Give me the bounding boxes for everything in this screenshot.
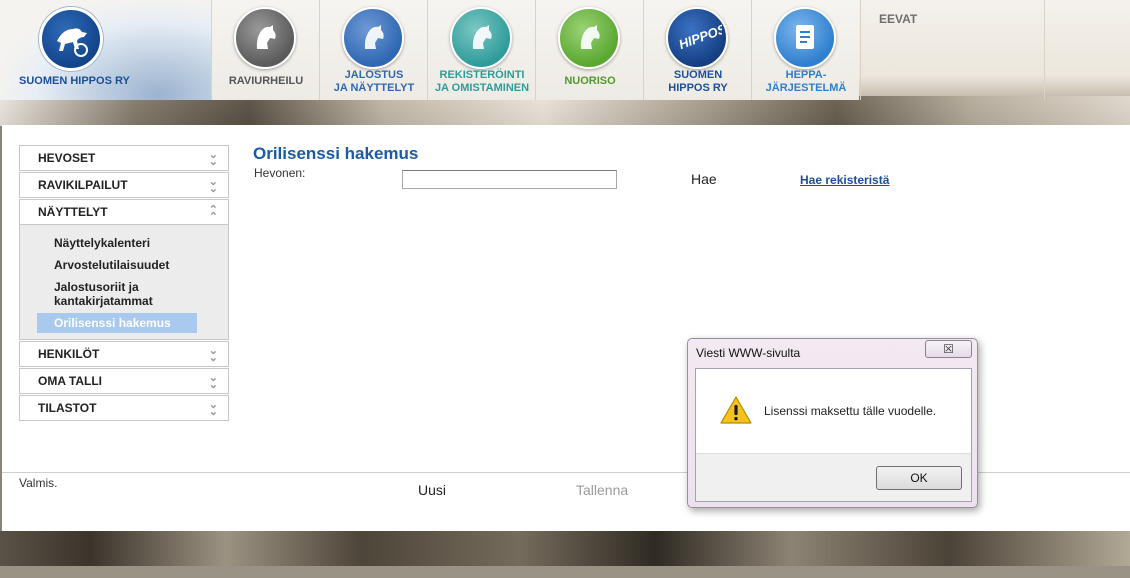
chevron-up-icon: ⌃ ⌃ bbox=[208, 204, 218, 223]
hippos-badge-icon: HIPPOS bbox=[666, 7, 728, 69]
dialog-title: Viesti WWW-sivulta bbox=[696, 346, 801, 360]
chevron-down-icon: ⌄ ⌄ bbox=[208, 399, 218, 418]
nav-label-line1: REKISTERÖINTI bbox=[439, 69, 525, 81]
chevron-down-icon: ⌄ ⌄ bbox=[208, 176, 218, 195]
nav-nuoriso[interactable]: NUORISO bbox=[535, 0, 643, 100]
logo-text: SUOMEN HIPPOS RY bbox=[19, 75, 130, 87]
submenu-item-jalostusoriit[interactable]: Jalostusoriit ja kantakirjatammat bbox=[20, 277, 228, 313]
sidebar-item-hevoset[interactable]: HEVOSET ⌄ ⌄ bbox=[19, 145, 229, 171]
nav-label: RAVIURHEILU bbox=[228, 75, 304, 87]
nav-raviurheilu[interactable]: RAVIURHEILU bbox=[211, 0, 319, 100]
nav-label-line2: JÄRJESTELMÄ bbox=[765, 82, 847, 94]
search-button[interactable]: Hae bbox=[691, 171, 717, 187]
chevron-down-icon: ⌄ ⌄ bbox=[208, 345, 218, 364]
nav-empty-cell bbox=[1044, 0, 1130, 100]
site-header: SUOMEN HIPPOS RY RAVIURHEILU JALOSTUS JA… bbox=[0, 0, 1130, 100]
dialog-body: Lisenssi maksettu tälle vuodelle. OK bbox=[695, 368, 972, 502]
site-logo[interactable]: SUOMEN HIPPOS RY bbox=[0, 0, 211, 100]
horse-head-icon bbox=[342, 7, 404, 69]
sidebar-item-label: NÄYTTELYT bbox=[38, 205, 108, 219]
nav-jalostus[interactable]: JALOSTUS JA NÄYTTELYT bbox=[319, 0, 427, 100]
trotter-logo-icon bbox=[39, 7, 103, 71]
search-registry-link[interactable]: Hae rekisteristä bbox=[800, 173, 889, 187]
nav-eevat[interactable]: EEVAT bbox=[860, 0, 1045, 100]
sidebar-item-ravikilpailut[interactable]: RAVIKILPAILUT ⌄ ⌄ bbox=[19, 172, 229, 198]
sidebar-submenu-nayttelyt: Näyttelykalenteri Arvostelutilaisuudet J… bbox=[19, 225, 229, 340]
sidebar-menu: HEVOSET ⌄ ⌄ RAVIKILPAILUT ⌄ ⌄ NÄYTTELYT ⌃ ⌃… bbox=[19, 145, 229, 422]
sidebar-item-henkilot[interactable]: HENKILÖT ⌄ ⌄ bbox=[19, 341, 229, 367]
nav-suomen-hippos[interactable]: HIPPOS SUOMEN HIPPOS RY bbox=[643, 0, 751, 100]
horse-input[interactable] bbox=[402, 170, 617, 189]
footer-strip bbox=[0, 566, 1130, 578]
sidebar-item-label: HENKILÖT bbox=[38, 347, 100, 361]
ok-button[interactable]: OK bbox=[876, 466, 962, 490]
chevron-down-icon: ⌄ ⌄ bbox=[208, 372, 218, 391]
submenu-item-orilisenssi-hakemus[interactable]: Orilisenssi hakemus bbox=[37, 313, 197, 333]
horse-head-icon bbox=[234, 7, 296, 69]
submenu-item-nayttelykalenteri[interactable]: Näyttelykalenteri bbox=[20, 233, 228, 255]
nav-label: NUORISO bbox=[564, 75, 616, 87]
svg-text:HIPPOS: HIPPOS bbox=[677, 23, 722, 52]
horse-field-label: Hevonen: bbox=[254, 166, 306, 180]
sidebar-item-nayttelyt[interactable]: NÄYTTELYT ⌃ ⌃ bbox=[19, 199, 229, 225]
close-button[interactable]: ☒ bbox=[925, 340, 972, 358]
nav-rekisterointi[interactable]: REKISTERÖINTI JA OMISTAMINEN bbox=[427, 0, 535, 100]
sidebar-item-tilastot[interactable]: TILASTOT ⌄ ⌄ bbox=[19, 395, 229, 421]
new-button[interactable]: Uusi bbox=[418, 482, 446, 498]
nav-label-line1: JALOSTUS bbox=[344, 69, 404, 81]
save-button: Tallenna bbox=[576, 482, 629, 498]
nav-label-line2: JA OMISTAMINEN bbox=[434, 82, 530, 94]
nav-heppa-jarjestelma[interactable]: HEPPA- JÄRJESTELMÄ bbox=[751, 0, 859, 100]
nav-label-line1: SUOMEN bbox=[673, 69, 723, 81]
sidebar-item-label: RAVIKILPAILUT bbox=[38, 178, 128, 192]
warning-icon bbox=[720, 396, 752, 424]
horse-head-icon bbox=[558, 7, 620, 69]
close-icon: ☒ bbox=[943, 342, 954, 356]
message-dialog: Viesti WWW-sivulta ☒ Lisenssi maksettu t… bbox=[687, 338, 978, 508]
nav-label-line1: HEPPA- bbox=[785, 69, 827, 81]
page-title: Orilisenssi hakemus bbox=[253, 144, 419, 163]
submenu-item-arvostelutilaisuudet[interactable]: Arvostelutilaisuudet bbox=[20, 255, 228, 277]
chevron-down-icon: ⌄ ⌄ bbox=[208, 149, 218, 168]
nav-label-line2: JA NÄYTTELYT bbox=[333, 82, 415, 94]
header-photo-strip bbox=[0, 96, 1130, 126]
status-text: Valmis. bbox=[19, 476, 58, 490]
horse-head-icon bbox=[450, 7, 512, 69]
document-icon bbox=[774, 7, 836, 69]
sidebar-item-oma-talli[interactable]: OMA TALLI ⌄ ⌄ bbox=[19, 368, 229, 394]
nav-label-line2: HIPPOS RY bbox=[668, 82, 728, 94]
sidebar-item-label: HEVOSET bbox=[38, 151, 96, 165]
sidebar-item-label: OMA TALLI bbox=[38, 374, 102, 388]
dialog-message: Lisenssi maksettu tälle vuodelle. bbox=[764, 404, 937, 418]
sidebar-item-label: TILASTOT bbox=[38, 401, 97, 415]
eevat-label: EEVAT bbox=[879, 12, 918, 26]
